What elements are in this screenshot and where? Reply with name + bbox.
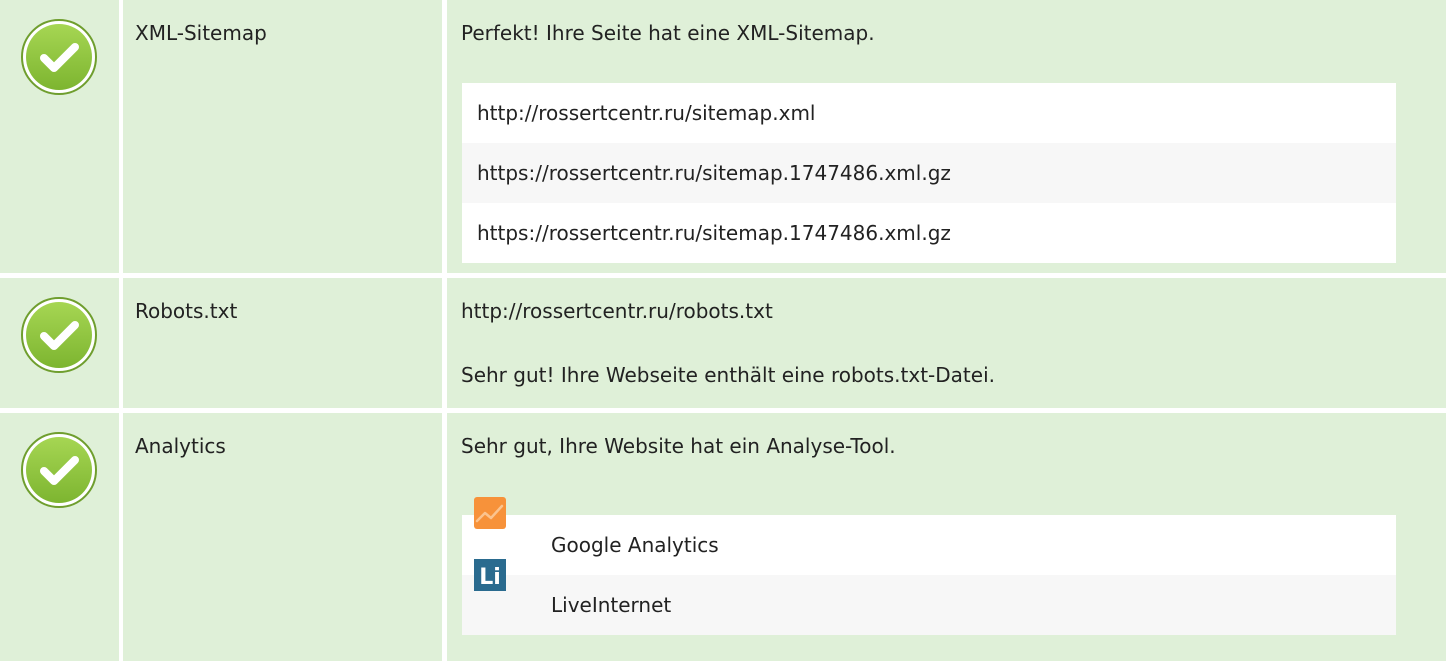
list-item: https://rossertcentr.ru/sitemap.1747486.… bbox=[462, 203, 1396, 263]
list-item: Google Analytics bbox=[462, 497, 1396, 575]
content-cell: Perfekt! Ihre Seite hat eine XML-Sitemap… bbox=[447, 0, 1446, 273]
label-cell: XML-Sitemap bbox=[123, 0, 442, 273]
google-analytics-icon bbox=[474, 497, 506, 529]
robots-url[interactable]: http://rossertcentr.ru/robots.txt bbox=[461, 297, 773, 325]
result-message: Perfekt! Ihre Seite hat eine XML-Sitemap… bbox=[461, 21, 875, 45]
check-circle-icon bbox=[21, 297, 97, 373]
analytics-tool-list: Google Analytics Li LiveInternet bbox=[462, 497, 1396, 635]
check-label: Robots.txt bbox=[135, 299, 238, 323]
seo-check-row-xml-sitemap: XML-Sitemap Perfekt! Ihre Seite hat eine… bbox=[0, 0, 1446, 273]
check-circle-icon bbox=[21, 19, 97, 95]
seo-check-row-robots: Robots.txt http://rossertcentr.ru/robots… bbox=[0, 278, 1446, 408]
check-circle-icon bbox=[21, 432, 97, 508]
result-message: Sehr gut, Ihre Website hat ein Analyse-T… bbox=[461, 434, 896, 458]
list-item: http://rossertcentr.ru/sitemap.xml bbox=[462, 83, 1396, 143]
sitemap-url[interactable]: https://rossertcentr.ru/sitemap.1747486.… bbox=[477, 219, 951, 247]
sitemap-url[interactable]: http://rossertcentr.ru/sitemap.xml bbox=[477, 99, 816, 127]
liveinternet-icon-text: Li bbox=[479, 565, 501, 590]
seo-check-row-analytics: Analytics Sehr gut, Ihre Website hat ein… bbox=[0, 413, 1446, 661]
tool-name: Google Analytics bbox=[551, 533, 719, 557]
status-cell bbox=[0, 0, 119, 273]
status-cell bbox=[0, 413, 119, 661]
check-label: XML-Sitemap bbox=[135, 21, 267, 45]
list-item: Li LiveInternet bbox=[462, 559, 1396, 635]
tool-name: LiveInternet bbox=[551, 593, 672, 617]
liveinternet-icon: Li bbox=[474, 559, 506, 591]
content-cell: Sehr gut, Ihre Website hat ein Analyse-T… bbox=[447, 413, 1446, 661]
result-message: Sehr gut! Ihre Webseite enthält eine rob… bbox=[461, 363, 995, 387]
check-label: Analytics bbox=[135, 434, 226, 458]
content-cell: http://rossertcentr.ru/robots.txt Sehr g… bbox=[447, 278, 1446, 408]
list-item: https://rossertcentr.ru/sitemap.1747486.… bbox=[462, 143, 1396, 203]
sitemap-list: http://rossertcentr.ru/sitemap.xml https… bbox=[462, 83, 1396, 263]
label-cell: Robots.txt bbox=[123, 278, 442, 408]
sitemap-url[interactable]: https://rossertcentr.ru/sitemap.1747486.… bbox=[477, 159, 951, 187]
label-cell: Analytics bbox=[123, 413, 442, 661]
status-cell bbox=[0, 278, 119, 408]
